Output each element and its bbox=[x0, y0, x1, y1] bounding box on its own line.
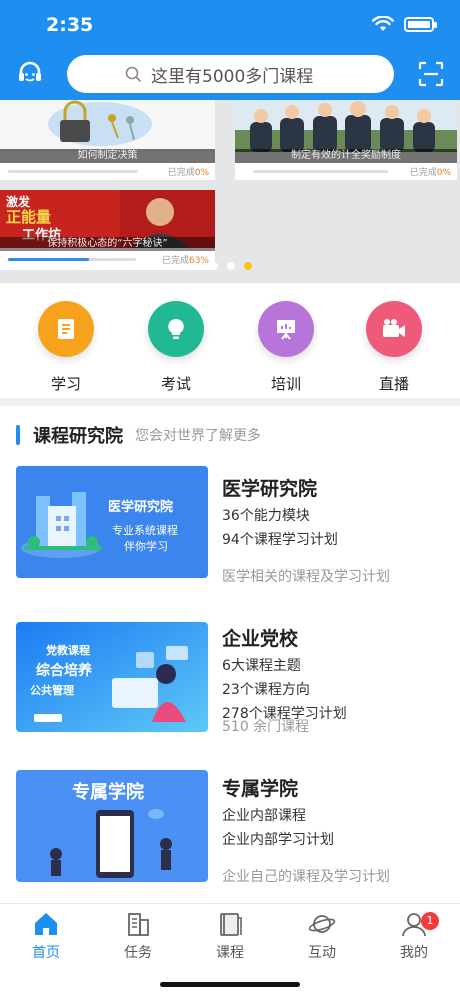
carousel-dot[interactable] bbox=[244, 262, 252, 270]
video-camera-icon bbox=[366, 301, 422, 357]
course-image-title: 综合培养 bbox=[36, 663, 92, 679]
course-meta: 23个课程方向 bbox=[222, 682, 310, 698]
presentation-icon bbox=[258, 301, 314, 357]
course-note: 510 余门课程 bbox=[222, 719, 310, 735]
course-note: 企业自己的课程及学习计划 bbox=[222, 869, 390, 885]
completion-status: 已完成0% bbox=[167, 168, 209, 178]
tab-label: 我的 bbox=[400, 945, 428, 961]
banner-card-caption: 制定有效的计全奖励制度 bbox=[235, 149, 457, 163]
wifi-icon bbox=[372, 16, 394, 31]
tab-label: 课程 bbox=[216, 945, 244, 961]
app-screen: 2:35 这里有5000多门课程 如何制定决策 已完成0% 制定有效的计全奖励制… bbox=[0, 0, 460, 996]
course-info: 企业党校 6大课程主题 23个课程方向 278个课程学习计划 bbox=[222, 624, 347, 723]
tab-label: 任务 bbox=[124, 945, 152, 961]
completion-status: 已完成63% bbox=[161, 256, 209, 266]
course-image-title: 医学研究院 bbox=[108, 500, 174, 515]
quick-item-label: 考试 bbox=[160, 375, 191, 393]
course-meta: 6大课程主题 bbox=[222, 658, 301, 674]
course-thumbnail bbox=[235, 100, 457, 152]
course-item[interactable]: 专属学院 专属学院 企业内部课程 企业内部学习计划 企业自己的课程及学习计划 bbox=[0, 762, 460, 902]
quick-item-training[interactable]: 培训 bbox=[246, 301, 326, 394]
building-icon bbox=[128, 913, 149, 936]
divider bbox=[0, 398, 460, 406]
course-image-title: 公共管理 bbox=[30, 684, 74, 697]
study-icon bbox=[38, 301, 94, 357]
progress-bar bbox=[8, 170, 138, 173]
tab-courses[interactable]: 课程 bbox=[195, 910, 265, 962]
home-indicator bbox=[160, 982, 300, 987]
course-info: 专属学院 企业内部课程 企业内部学习计划 bbox=[222, 774, 334, 849]
course-item[interactable]: 医学研究院 专业系统课程 伴你学习 医学研究院 36个能力模块 94个课程学习计… bbox=[0, 462, 460, 602]
banner-carousel[interactable]: 如何制定决策 已完成0% 制定有效的计全奖励制度 已完成0% 激发 正能量 工作… bbox=[0, 100, 460, 283]
course-image-subtitle: 专业系统课程 bbox=[112, 524, 178, 537]
bulb-icon bbox=[148, 301, 204, 357]
course-image-subtitle: 伴你学习 bbox=[124, 540, 168, 553]
carousel-dot[interactable] bbox=[210, 262, 218, 270]
banner-card[interactable]: 激发 正能量 工作坊 保持积极心态的“六字秘诀” 已完成63% bbox=[0, 190, 215, 270]
tab-profile[interactable]: 1 我的 bbox=[379, 910, 449, 962]
course-image-title: 专属学院 bbox=[72, 782, 144, 803]
tab-label: 首页 bbox=[32, 945, 60, 961]
book-icon bbox=[220, 913, 242, 936]
status-time: 2:35 bbox=[46, 14, 94, 36]
course-info: 医学研究院 36个能力模块 94个课程学习计划 bbox=[222, 474, 338, 549]
status-icons bbox=[372, 16, 437, 32]
course-image: 党教课程 综合培养 公共管理 bbox=[16, 622, 208, 732]
progress-fill bbox=[8, 258, 89, 261]
quick-item-label: 学习 bbox=[50, 375, 81, 393]
battery-icon bbox=[404, 16, 437, 32]
course-thumbnail bbox=[0, 100, 215, 152]
tab-label: 互动 bbox=[308, 945, 336, 961]
section-subtitle: 您会对世界了解更多 bbox=[135, 428, 261, 444]
banner-card[interactable]: 如何制定决策 已完成0% bbox=[0, 100, 215, 180]
tab-home[interactable]: 首页 bbox=[11, 910, 81, 962]
course-item[interactable]: 党教课程 综合培养 公共管理 企业党校 6大课程主题 23个课程方向 278个课… bbox=[0, 614, 460, 754]
planet-icon bbox=[308, 915, 336, 933]
customer-service-icon[interactable] bbox=[16, 60, 44, 88]
header: 2:35 这里有5000多门课程 bbox=[0, 0, 460, 100]
course-meta: 94个课程学习计划 bbox=[222, 532, 338, 548]
section-header: 课程研究院 您会对世界了解更多 bbox=[16, 422, 261, 448]
course-title: 企业党校 bbox=[222, 628, 299, 650]
scan-icon[interactable] bbox=[418, 61, 444, 87]
quick-menu: 学习 考试 培训 直播 bbox=[0, 283, 460, 398]
poster-text: 激发 bbox=[6, 194, 31, 209]
progress-bar bbox=[253, 170, 388, 173]
course-meta: 企业内部学习计划 bbox=[222, 832, 334, 848]
quick-item-exam[interactable]: 考试 bbox=[136, 301, 216, 394]
poster-text: 正能量 bbox=[6, 208, 51, 226]
carousel-dots[interactable] bbox=[210, 262, 252, 270]
carousel-dot[interactable] bbox=[227, 262, 235, 270]
banner-card-caption: 如何制定决策 bbox=[0, 149, 215, 163]
tab-tasks[interactable]: 任务 bbox=[103, 910, 173, 962]
banner-card-caption: 保持积极心态的“六字秘诀” bbox=[0, 237, 215, 251]
search-placeholder: 这里有5000多门课程 bbox=[151, 66, 314, 87]
completion-status: 已完成0% bbox=[409, 168, 451, 178]
progress-bar bbox=[8, 258, 136, 261]
course-image-title: 党教课程 bbox=[46, 644, 90, 657]
quick-item-live[interactable]: 直播 bbox=[354, 301, 434, 394]
search-input[interactable]: 这里有5000多门课程 bbox=[67, 55, 394, 93]
tab-interaction[interactable]: 互动 bbox=[287, 910, 357, 962]
quick-item-label: 培训 bbox=[270, 375, 301, 393]
course-meta: 36个能力模块 bbox=[222, 508, 310, 524]
notification-badge: 1 bbox=[421, 912, 439, 930]
course-image: 医学研究院 专业系统课程 伴你学习 bbox=[16, 466, 208, 578]
banner-card[interactable]: 制定有效的计全奖励制度 已完成0% bbox=[235, 100, 457, 180]
course-title: 专属学院 bbox=[222, 778, 299, 800]
course-image: 专属学院 bbox=[16, 770, 208, 882]
quick-item-label: 直播 bbox=[378, 375, 409, 393]
home-icon bbox=[35, 913, 57, 935]
course-note: 医学相关的课程及学习计划 bbox=[222, 569, 390, 585]
section-accent-bar bbox=[16, 425, 20, 445]
search-icon bbox=[125, 66, 141, 82]
course-meta: 企业内部课程 bbox=[222, 808, 306, 824]
quick-item-study[interactable]: 学习 bbox=[26, 301, 106, 394]
section-title: 课程研究院 bbox=[33, 426, 123, 447]
course-title: 医学研究院 bbox=[222, 478, 318, 500]
